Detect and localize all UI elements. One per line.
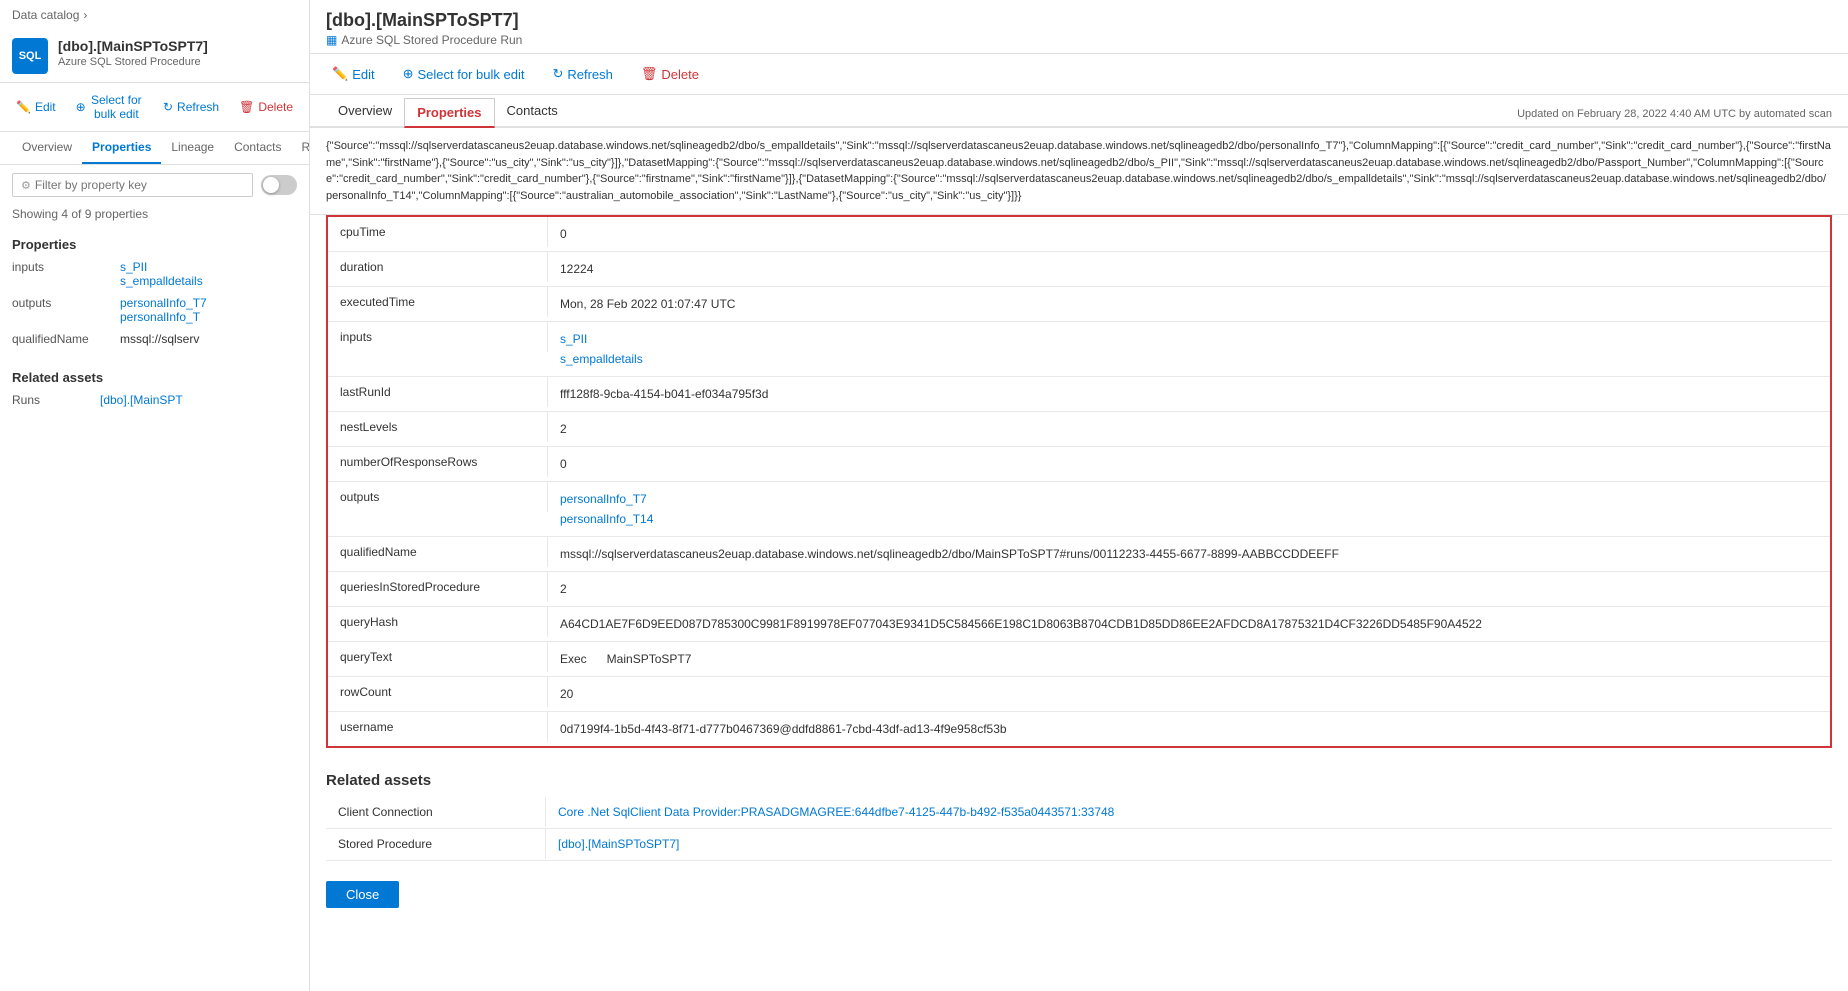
input-val-2[interactable]: s_empalldetails [120, 274, 203, 288]
right-refresh-icon: ↻ [552, 66, 563, 82]
prop-row-queryHash: queryHash A64CD1AE7F6D9EED087D785300C998… [328, 607, 1830, 642]
left-toolbar: ✏️ Edit ⊕ Select for bulk edit ↻ Refresh… [0, 83, 309, 132]
asset-header: SQL [dbo].[MainSPToSPT7] Azure SQL Store… [0, 30, 309, 83]
filter-icon: ⚙ [21, 179, 31, 192]
right-toolbar: ✏️ Edit ⊕ Select for bulk edit ↻ Refresh… [310, 54, 1848, 95]
asset-info: [dbo].[MainSPToSPT7] Azure SQL Stored Pr… [58, 38, 208, 68]
filter-bar: ⚙ [0, 165, 309, 205]
tab-overview[interactable]: Overview [12, 132, 82, 164]
right-edit-icon: ✏️ [332, 66, 348, 82]
close-btn-row: Close [310, 869, 1848, 920]
prop-row-queriesInStoredProcedure: queriesInStoredProcedure 2 [328, 572, 1830, 607]
right-tabs: Overview Properties Contacts Updated on … [310, 95, 1848, 128]
right-bulk-icon: ⊕ [403, 66, 414, 82]
right-header: [dbo].[MainSPToSPT7] ▦ Azure SQL Stored … [310, 0, 1848, 54]
refresh-button[interactable]: ↻ Refresh [159, 98, 223, 116]
related-assets-main: Related assets Client Connection Core .N… [326, 764, 1832, 861]
prop-qualified: qualifiedName mssql://sqlserv [0, 328, 309, 350]
input-link-2[interactable]: s_empalldetails [560, 350, 1818, 368]
right-refresh-button[interactable]: ↻ Refresh [546, 62, 618, 86]
edit-button[interactable]: ✏️ Edit [12, 98, 60, 116]
related-client-connection: Client Connection Core .Net SqlClient Da… [326, 797, 1832, 829]
prop-row-lastRunId: lastRunId fff128f8-9cba-4154-b041-ef034a… [328, 377, 1830, 412]
prop-row-queryText: queryText Exec MainSPToSPT7 [328, 642, 1830, 677]
filter-input[interactable] [35, 178, 244, 192]
output-link-1[interactable]: personalInfo_T7 [560, 490, 1818, 508]
properties-table: cpuTime 0 duration 12224 executedTime Mo… [326, 215, 1832, 748]
right-delete-icon: 🗑 [641, 66, 658, 82]
breadcrumb[interactable]: Data catalog › [0, 0, 309, 30]
json-preview: {"Source":"mssql://sqlserverdatascaneus2… [310, 128, 1848, 215]
bulk-edit-button[interactable]: ⊕ Select for bulk edit [72, 91, 147, 123]
input-val-1[interactable]: s_PII [120, 260, 203, 274]
tab-lineage[interactable]: Lineage [161, 132, 224, 164]
prop-row-rowCount: rowCount 20 [328, 677, 1830, 712]
prop-inputs: inputs s_PII s_empalldetails [0, 256, 309, 292]
asset-title: [dbo].[MainSPToSPT7] [58, 38, 208, 54]
prop-row-numberOfResponseRows: numberOfResponseRows 0 [328, 447, 1830, 482]
left-tabs: Overview Properties Lineage Contacts Re [0, 132, 309, 165]
right-title: [dbo].[MainSPToSPT7] [326, 10, 1832, 31]
input-link-1[interactable]: s_PII [560, 330, 1818, 348]
tab-more[interactable]: Re [291, 132, 310, 164]
tab-right-properties[interactable]: Properties [404, 98, 494, 128]
filter-input-wrapper: ⚙ [12, 173, 253, 197]
output-val-2[interactable]: personalInfo_T [120, 310, 207, 324]
prop-row-outputs: outputs personalInfo_T7 personalInfo_T14 [328, 482, 1830, 537]
breadcrumb-separator: › [83, 8, 87, 22]
left-panel: Data catalog › SQL [dbo].[MainSPToSPT7] … [0, 0, 310, 991]
right-edit-button[interactable]: ✏️ Edit [326, 62, 381, 86]
properties-section-title: Properties [0, 229, 309, 256]
asset-icon: SQL [12, 38, 48, 74]
asset-subtitle: Azure SQL Stored Procedure [58, 56, 208, 68]
filter-toggle[interactable] [261, 175, 297, 195]
prop-row-duration: duration 12224 [328, 252, 1830, 287]
prop-row-inputs: inputs s_PII s_empalldetails [328, 322, 1830, 377]
showing-text: Showing 4 of 9 properties [0, 205, 309, 229]
prop-row-cpuTime: cpuTime 0 [328, 217, 1830, 252]
right-content: {"Source":"mssql://sqlserverdatascaneus2… [310, 128, 1848, 959]
prop-row-nestLevels: nestLevels 2 [328, 412, 1830, 447]
edit-icon: ✏️ [16, 100, 31, 114]
delete-button[interactable]: 🗑 Delete [235, 98, 297, 116]
delete-icon: 🗑 [239, 100, 254, 114]
updated-text: Updated on February 28, 2022 4:40 AM UTC… [1517, 108, 1832, 126]
close-button[interactable]: Close [326, 881, 399, 908]
right-subtitle: ▦ Azure SQL Stored Procedure Run [326, 33, 1832, 47]
output-val-1[interactable]: personalInfo_T7 [120, 296, 207, 310]
tab-contacts[interactable]: Contacts [224, 132, 291, 164]
sql-icon: SQL [19, 50, 42, 62]
prop-row-qualifiedName: qualifiedName mssql://sqlserverdatascane… [328, 537, 1830, 572]
output-link-2[interactable]: personalInfo_T14 [560, 510, 1818, 528]
prop-row-username: username 0d7199f4-1b5d-4f43-8f71-d777b04… [328, 712, 1830, 746]
right-bulk-button[interactable]: ⊕ Select for bulk edit [397, 62, 531, 86]
bulk-icon: ⊕ [76, 100, 86, 114]
prop-row-executedTime: executedTime Mon, 28 Feb 2022 01:07:47 U… [328, 287, 1830, 322]
related-assets-main-title: Related assets [326, 764, 1832, 797]
related-stored-procedure: Stored Procedure [dbo].[MainSPToSPT7] [326, 829, 1832, 861]
tab-right-contacts[interactable]: Contacts [495, 95, 570, 128]
tab-properties[interactable]: Properties [82, 132, 161, 164]
related-assets-title: Related assets [0, 362, 309, 389]
right-panel: [dbo].[MainSPToSPT7] ▦ Azure SQL Stored … [310, 0, 1848, 991]
right-delete-button[interactable]: 🗑 Delete [635, 62, 705, 86]
breadcrumb-label[interactable]: Data catalog [12, 8, 79, 22]
related-assets-section: Related assets Runs [dbo].[MainSPT [0, 362, 309, 411]
tab-right-overview[interactable]: Overview [326, 95, 404, 128]
refresh-icon: ↻ [163, 100, 173, 114]
prop-outputs: outputs personalInfo_T7 personalInfo_T [0, 292, 309, 328]
related-runs: Runs [dbo].[MainSPT [0, 389, 309, 411]
db-icon: ▦ [326, 33, 337, 47]
